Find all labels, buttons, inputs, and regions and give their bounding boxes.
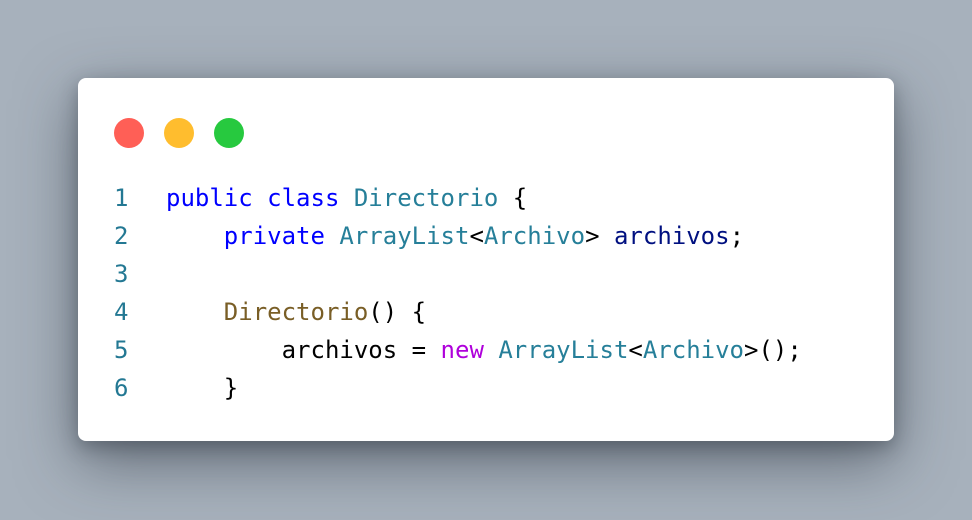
code-token-type: Archivo bbox=[483, 222, 586, 250]
code-line: 2 private ArrayList<Archivo> archivos; bbox=[78, 217, 894, 255]
code-line: 5 archivos = new ArrayList<Archivo>(); bbox=[78, 331, 894, 369]
code-token-punctuation: < bbox=[628, 336, 643, 364]
minimize-dot[interactable] bbox=[164, 118, 194, 148]
line-number: 5 bbox=[114, 336, 129, 364]
code-token-default: archivos bbox=[281, 336, 398, 364]
code-token-default bbox=[166, 222, 224, 250]
code-line: 4 Directorio() { bbox=[78, 293, 894, 331]
code-line: 6 } bbox=[78, 369, 894, 407]
close-dot[interactable] bbox=[114, 118, 144, 148]
code-token-punctuation: = bbox=[397, 336, 441, 364]
window-controls bbox=[114, 118, 244, 148]
code-token-type: ArrayList bbox=[498, 336, 629, 364]
code-token-punctuation: >(); bbox=[744, 336, 802, 364]
code-token-default bbox=[166, 374, 224, 402]
code-token-punctuation: ; bbox=[729, 222, 745, 250]
code-token-default bbox=[166, 298, 224, 326]
maximize-dot[interactable] bbox=[214, 118, 244, 148]
code-token-punctuation: > bbox=[585, 222, 614, 250]
line-source: archivos = new ArrayList<Archivo>(); bbox=[166, 331, 802, 369]
code-token-default bbox=[166, 336, 282, 364]
code-token-punctuation: { bbox=[498, 184, 528, 212]
code-line: 1 public class Directorio { bbox=[78, 179, 894, 217]
code-block: 1 public class Directorio {2 private Arra… bbox=[78, 179, 894, 407]
code-token-default bbox=[484, 336, 498, 364]
line-number: 3 bbox=[114, 260, 129, 288]
line-number: 1 bbox=[114, 184, 129, 212]
line-number: 6 bbox=[114, 374, 129, 402]
code-token-punctuation: () { bbox=[368, 298, 427, 326]
line-number: 4 bbox=[114, 298, 129, 326]
code-token-control-keyword: new bbox=[440, 336, 484, 364]
code-token-punctuation: < bbox=[469, 222, 484, 250]
code-token-keyword: private bbox=[223, 222, 325, 250]
code-token-punctuation: } bbox=[223, 374, 239, 402]
line-source: private ArrayList<Archivo> archivos; bbox=[166, 217, 744, 255]
code-token-default bbox=[325, 222, 339, 250]
code-token-type: Directorio bbox=[353, 184, 499, 212]
line-source: public class Directorio { bbox=[166, 179, 527, 217]
code-line: 3 bbox=[78, 255, 894, 293]
code-token-keyword: public bbox=[166, 184, 253, 212]
code-token-keyword: class bbox=[267, 184, 340, 212]
code-token-default bbox=[253, 184, 267, 212]
line-number: 2 bbox=[114, 222, 129, 250]
line-source: Directorio() { bbox=[166, 293, 426, 331]
code-token-type: Archivo bbox=[642, 336, 745, 364]
code-token-default bbox=[339, 184, 353, 212]
line-source: } bbox=[166, 369, 238, 407]
code-token-type: ArrayList bbox=[339, 222, 470, 250]
code-token-variable: archivos bbox=[613, 222, 730, 250]
code-token-function: Directorio bbox=[223, 298, 369, 326]
code-window: 1 public class Directorio {2 private Arra… bbox=[78, 78, 894, 441]
